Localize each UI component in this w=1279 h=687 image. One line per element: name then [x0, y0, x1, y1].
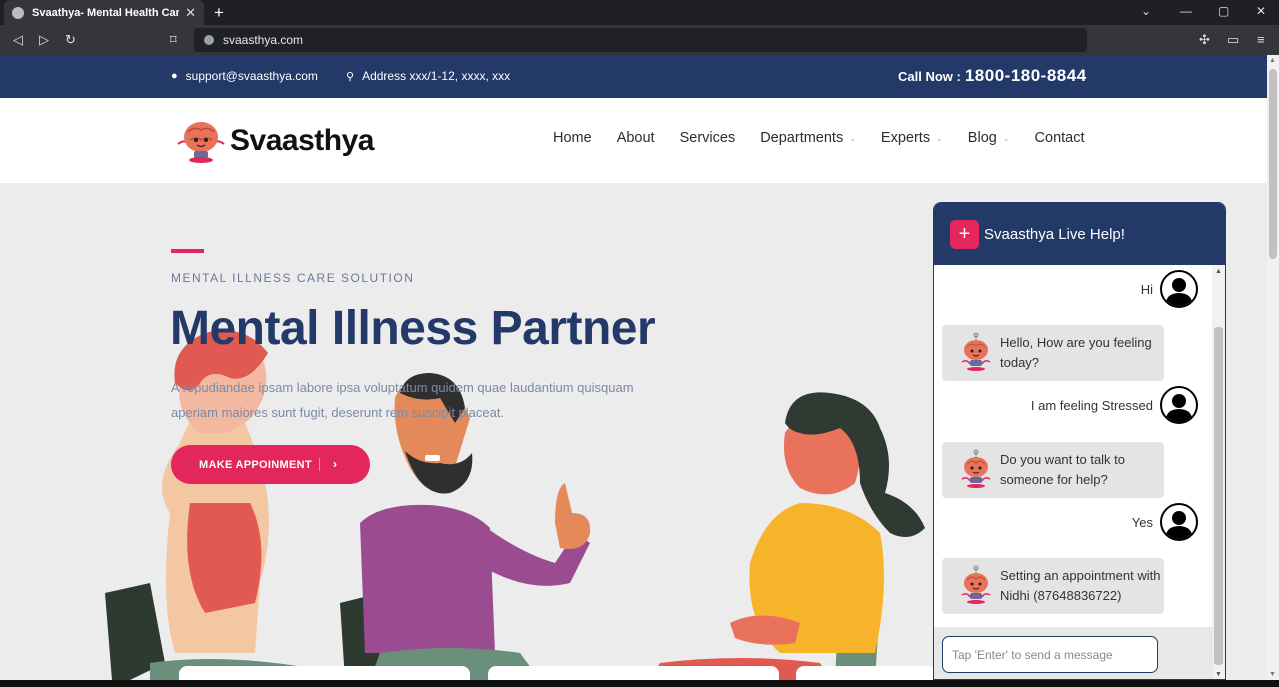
chat-scrollbar[interactable]: ▲ ▼ — [1212, 265, 1225, 679]
user-message: Hi — [1141, 270, 1198, 308]
nav-item-about[interactable]: About — [617, 130, 655, 146]
nav-item-label: About — [616, 130, 655, 146]
site-logo[interactable]: Svaasthya — [174, 118, 374, 164]
hero-kicker: MENTAL ILLNESS CARE SOLUTION — [171, 271, 415, 285]
chevron-right-icon: › — [333, 457, 338, 471]
forward-icon[interactable]: ▷ — [39, 32, 49, 48]
bot-message-text: Hello, How are you feeling today? — [1000, 335, 1152, 370]
feature-card[interactable] — [488, 666, 779, 680]
user-avatar-icon — [1160, 270, 1198, 308]
chevron-down-icon: ⌄ — [849, 133, 856, 143]
globe-icon — [12, 6, 24, 19]
extensions-icon[interactable]: ✣ — [1199, 32, 1210, 48]
chevron-down-icon[interactable]: ⌄ — [1141, 4, 1151, 18]
chat-footer — [934, 627, 1213, 679]
bot-avatar-icon — [958, 565, 994, 607]
hero-accent-bar — [171, 249, 204, 253]
nav-item-home[interactable]: Home — [553, 130, 592, 146]
nav-item-label: Experts — [880, 130, 931, 146]
scroll-down-icon[interactable]: ▼ — [1215, 671, 1222, 678]
nav-item-label: Blog — [967, 130, 997, 146]
feature-card[interactable] — [796, 666, 936, 680]
close-window-icon[interactable]: ✕ — [1256, 4, 1266, 18]
close-tab-icon[interactable]: ✕ — [185, 5, 196, 21]
hero-description: A repudiandae ipsam labore ipsa voluptat… — [171, 380, 634, 420]
reload-icon[interactable]: ↻ — [65, 32, 76, 48]
top-info-bar: ● support@svaasthya.com ⚲ Address xxx/1-… — [0, 55, 1267, 98]
call-label: Call Now : — [898, 69, 961, 84]
new-tab-button[interactable]: + — [214, 3, 224, 23]
url-text: svaasthya.com — [223, 33, 304, 47]
bot-message: Hello, How are you feeling today? — [942, 325, 1164, 381]
make-appointment-label: MAKE APPOINMENT — [199, 458, 312, 471]
live-help-chat: + Svaasthya Live Help! Hi Hello, How are … — [933, 202, 1226, 680]
bot-avatar-icon — [958, 332, 994, 374]
scroll-up-icon[interactable]: ▲ — [1215, 268, 1222, 275]
site-header: Svaasthya Home About Services Departments ⌄ E… — [0, 98, 1267, 183]
scroll-down-icon[interactable]: ▼ — [1269, 671, 1276, 678]
address-bar[interactable]: svaasthya.com — [194, 28, 1087, 52]
nav-item-services[interactable]: Services — [680, 130, 736, 146]
site-info-icon[interactable] — [204, 35, 214, 45]
chat-header[interactable]: + Svaasthya Live Help! — [934, 203, 1225, 265]
button-divider — [319, 458, 320, 471]
menu-icon[interactable]: ≡ — [1257, 32, 1265, 47]
call-number[interactable]: 1800-180-8844 — [965, 66, 1087, 86]
nav-item-label: Departments — [760, 130, 844, 146]
brain-mascot-icon — [177, 122, 225, 163]
chevron-down-icon: ⌄ — [936, 133, 943, 143]
user-message-text: Yes — [1131, 514, 1153, 530]
address-info: ⚲ Address xxx/1-12, xxxx, xxx — [346, 69, 510, 83]
nav-item-label: Services — [679, 130, 736, 146]
user-message-text: I am feeling Stressed — [1030, 397, 1153, 413]
nav-item-label: Contact — [1034, 130, 1085, 146]
wallet-icon[interactable]: ▭ — [1227, 32, 1239, 48]
browser-tab[interactable]: Svaathya- Mental Health Care ✕ — [4, 0, 204, 25]
user-message-text: Hi — [1140, 281, 1153, 297]
page-scrollbar[interactable]: ▲ ▼ — [1267, 55, 1279, 680]
maximize-icon[interactable]: ▢ — [1218, 4, 1229, 18]
bot-message: Setting an appointment with Nidhi (87648… — [942, 558, 1164, 614]
chat-messages: Hi Hello, How are you feeling today? I am … — [934, 265, 1216, 627]
make-appointment-button[interactable]: MAKE APPOINMENT › — [171, 445, 370, 484]
nav-item-label: Home — [553, 130, 592, 146]
nav-item-contact[interactable]: Contact — [1035, 130, 1085, 146]
user-avatar-icon — [1160, 386, 1198, 424]
main-nav: Home About Services Departments ⌄ Experts ⌄ Blo… — [553, 130, 1110, 146]
back-icon[interactable]: ◁ — [13, 32, 23, 48]
minimize-icon[interactable]: — — [1180, 4, 1192, 18]
user-message: Yes — [1132, 503, 1198, 541]
scroll-up-icon[interactable]: ▲ — [1269, 57, 1276, 64]
chat-message-input[interactable] — [942, 636, 1158, 673]
bot-message-text: Setting an appointment with Nidhi (87648… — [1000, 568, 1161, 603]
call-now[interactable]: Call Now : 1800-180-8844 — [898, 66, 1087, 86]
user-message: I am feeling Stressed — [1031, 386, 1198, 424]
bot-message: Do you want to talk to someone for help? — [942, 442, 1164, 498]
email-text: support@svaasthya.com — [185, 69, 318, 83]
chat-title: Svaasthya Live Help! — [984, 225, 1125, 243]
hero-title: Mental Illness Partner — [170, 302, 656, 355]
nav-item-experts[interactable]: Experts ⌄ — [881, 130, 943, 146]
browser-toolbar: ◁ ▷ ↻ ⌑ svaasthya.com ✣ ▭ ≡ — [0, 25, 1279, 55]
bot-message-text: Do you want to talk to someone for help? — [1000, 452, 1126, 487]
user-avatar-icon — [1160, 503, 1198, 541]
chat-scroll-thumb[interactable] — [1214, 327, 1223, 665]
plus-icon: + — [950, 219, 979, 249]
taskbar-strip — [0, 680, 1279, 687]
chevron-down-icon: ⌄ — [1002, 133, 1010, 143]
feature-card[interactable] — [179, 666, 470, 680]
page-scroll-thumb[interactable] — [1269, 69, 1277, 259]
address-text: Address xxx/1-12, xxxx, xxx — [362, 69, 511, 83]
bot-avatar-icon — [958, 449, 994, 491]
nav-item-departments[interactable]: Departments ⌄ — [760, 130, 856, 146]
nav-item-blog[interactable]: Blog ⌄ — [968, 130, 1010, 146]
email-info[interactable]: ● support@svaasthya.com — [171, 69, 318, 83]
browser-tabbar: Svaathya- Mental Health Care ✕ + ⌄ — ▢ ✕ — [0, 0, 1279, 25]
logo-text: Svaasthya — [230, 124, 374, 157]
chat-bubble-icon: ● — [171, 70, 178, 82]
bookmark-icon[interactable]: ⌑ — [170, 32, 177, 48]
tab-title: Svaathya- Mental Health Care — [32, 6, 180, 19]
location-pin-icon: ⚲ — [346, 70, 355, 83]
